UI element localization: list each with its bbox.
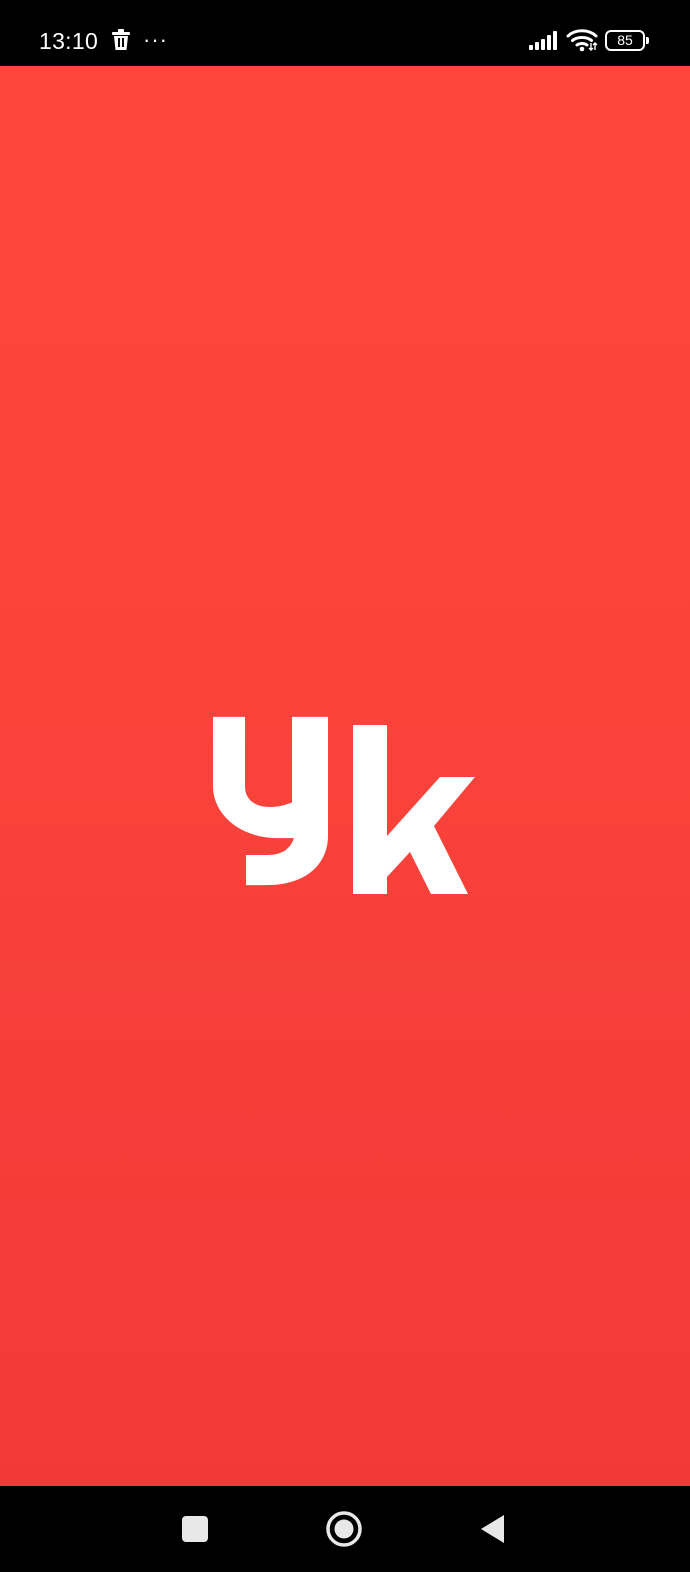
wifi-icon bbox=[566, 29, 598, 52]
recent-apps-button[interactable] bbox=[173, 1507, 217, 1551]
signal-icon bbox=[529, 31, 557, 50]
status-time: 13:10 bbox=[39, 28, 99, 54]
home-circle-icon bbox=[326, 1511, 362, 1547]
app-screen: 13:10 ··· 85 bbox=[0, 0, 690, 1572]
android-navigation-bar bbox=[0, 1486, 690, 1572]
battery-icon: 85 bbox=[605, 30, 650, 51]
back-triangle-icon bbox=[481, 1515, 504, 1543]
back-button[interactable] bbox=[471, 1507, 515, 1551]
square-icon bbox=[182, 1516, 208, 1542]
trash-icon bbox=[112, 29, 130, 50]
app-logo bbox=[208, 658, 478, 894]
splash-screen bbox=[0, 66, 690, 1486]
yk-logo-mark bbox=[213, 716, 475, 894]
battery-tip bbox=[646, 37, 649, 44]
battery-level: 85 bbox=[617, 32, 633, 48]
more-icon: ··· bbox=[143, 27, 168, 52]
status-bar: 13:10 ··· 85 bbox=[0, 0, 690, 66]
home-button[interactable] bbox=[322, 1507, 366, 1551]
